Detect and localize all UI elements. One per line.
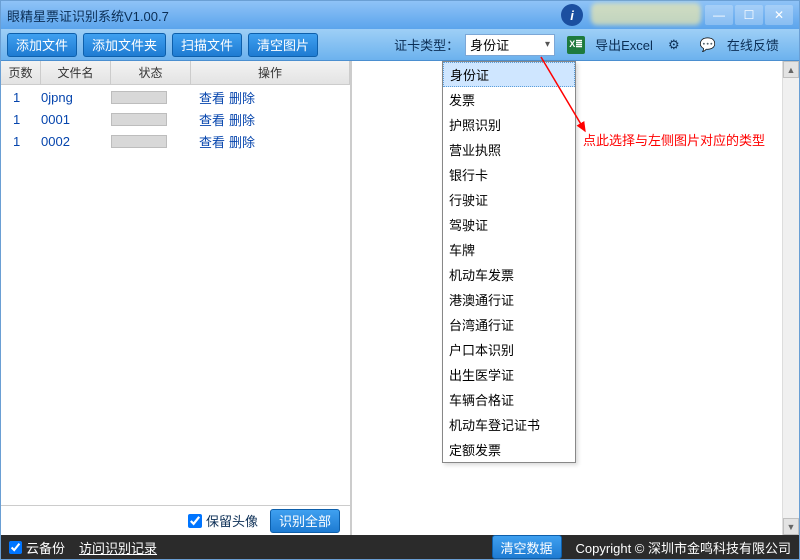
- col-name[interactable]: 文件名: [41, 61, 111, 84]
- toolbar: 添加文件 添加文件夹 扫描文件 清空图片 证卡类型： 身份证 ▾ X≣ 导出Ex…: [1, 29, 799, 61]
- gear-icon[interactable]: ⚙: [665, 36, 683, 54]
- keep-avatar-label: 保留头像: [206, 511, 258, 530]
- progress-bar: [111, 91, 167, 104]
- cloud-backup-input[interactable]: [9, 541, 22, 554]
- card-type-label: 证卡类型：: [394, 35, 459, 54]
- keep-avatar-input[interactable]: [188, 514, 202, 528]
- cell-page: 1: [1, 112, 41, 127]
- scan-file-button[interactable]: 扫描文件: [172, 33, 242, 57]
- card-type-dropdown[interactable]: 身份证发票护照识别营业执照银行卡行驶证驾驶证车牌机动车发票港澳通行证台湾通行证户…: [442, 61, 576, 463]
- dropdown-item[interactable]: 机动车发票: [443, 262, 575, 287]
- close-button[interactable]: ✕: [765, 5, 793, 25]
- clear-image-button[interactable]: 清空图片: [248, 33, 318, 57]
- scroll-track[interactable]: [783, 78, 799, 518]
- keep-avatar-checkbox[interactable]: 保留头像: [188, 511, 258, 530]
- dropdown-item[interactable]: 台湾通行证: [443, 312, 575, 337]
- cell-op: 查看删除: [191, 110, 350, 129]
- dropdown-item[interactable]: 身份证: [443, 62, 575, 87]
- scroll-up-button[interactable]: ▲: [783, 61, 799, 78]
- table-row[interactable]: 10002 查看删除: [1, 129, 350, 151]
- vertical-scrollbar[interactable]: ▲ ▼: [782, 61, 799, 535]
- content: 页数 文件名 状态 操作 10jpng查看删除10001查看删除10002查看删…: [1, 61, 799, 535]
- copyright-text: Copyright © 深圳市金鸣科技有限公司: [576, 538, 791, 557]
- cell-page: 1: [1, 134, 41, 149]
- recognize-all-button[interactable]: 识别全部: [270, 509, 340, 533]
- left-bottom-bar: 保留头像 识别全部: [1, 505, 350, 535]
- cell-name: 0002: [41, 134, 111, 149]
- cell-op: 查看删除: [191, 88, 350, 107]
- feedback-link[interactable]: 在线反馈: [727, 35, 779, 54]
- grid-header: 页数 文件名 状态 操作: [1, 61, 350, 85]
- cell-page: 1: [1, 90, 41, 105]
- dropdown-item[interactable]: 户口本识别: [443, 337, 575, 362]
- cell-name: 0001: [41, 112, 111, 127]
- delete-link[interactable]: 删除: [229, 132, 255, 151]
- view-link[interactable]: 查看: [199, 132, 225, 151]
- scroll-down-button[interactable]: ▼: [783, 518, 799, 535]
- dropdown-item[interactable]: 车辆合格证: [443, 387, 575, 412]
- dropdown-item[interactable]: 营业执照: [443, 137, 575, 162]
- maximize-button[interactable]: ☐: [735, 5, 763, 25]
- chevron-down-icon: ▾: [545, 39, 550, 50]
- clear-data-button[interactable]: 清空数据: [492, 535, 562, 559]
- dropdown-item[interactable]: 出生医学证: [443, 362, 575, 387]
- col-op[interactable]: 操作: [191, 61, 350, 84]
- window-controls: — ☐ ✕: [705, 5, 793, 25]
- card-type-selected: 身份证: [470, 35, 509, 54]
- app-window: 眼精星票证识别系统V1.00.7 i — ☐ ✕ 添加文件 添加文件夹 扫描文件…: [0, 0, 800, 560]
- dropdown-item[interactable]: 定额发票: [443, 437, 575, 462]
- dropdown-item[interactable]: 护照识别: [443, 112, 575, 137]
- card-type-combo[interactable]: 身份证 ▾: [465, 34, 555, 56]
- add-folder-button[interactable]: 添加文件夹: [83, 33, 166, 57]
- grid-body: 10jpng查看删除10001查看删除10002查看删除: [1, 85, 350, 505]
- titlebar: 眼精星票证识别系统V1.00.7 i — ☐ ✕: [1, 1, 799, 29]
- progress-bar: [111, 113, 167, 126]
- delete-link[interactable]: 删除: [229, 110, 255, 129]
- visit-records-link[interactable]: 访问识别记录: [79, 538, 157, 557]
- cell-status: [111, 113, 191, 126]
- dropdown-item[interactable]: 银行卡: [443, 162, 575, 187]
- table-row[interactable]: 10001 查看删除: [1, 107, 350, 129]
- blurred-region: [591, 3, 701, 25]
- dropdown-item[interactable]: 发票: [443, 87, 575, 112]
- add-file-button[interactable]: 添加文件: [7, 33, 77, 57]
- info-icon[interactable]: i: [561, 4, 583, 26]
- cloud-backup-label: 云备份: [26, 538, 65, 557]
- dropdown-item[interactable]: 车牌: [443, 237, 575, 262]
- app-title: 眼精星票证识别系统V1.00.7: [7, 6, 169, 25]
- progress-bar: [111, 135, 167, 148]
- cell-status: [111, 91, 191, 104]
- chat-icon: 💬: [699, 36, 717, 54]
- minimize-button[interactable]: —: [705, 5, 733, 25]
- cloud-backup-checkbox[interactable]: 云备份: [9, 538, 65, 557]
- dropdown-item[interactable]: 机动车登记证书: [443, 412, 575, 437]
- table-row[interactable]: 10jpng 查看删除: [1, 85, 350, 107]
- view-link[interactable]: 查看: [199, 110, 225, 129]
- col-status[interactable]: 状态: [111, 61, 191, 84]
- dropdown-item[interactable]: 驾驶证: [443, 212, 575, 237]
- annotation-text: 点此选择与左侧图片对应的类型: [583, 130, 765, 149]
- cell-status: [111, 135, 191, 148]
- cell-op: 查看删除: [191, 132, 350, 151]
- dropdown-item[interactable]: 行驶证: [443, 187, 575, 212]
- delete-link[interactable]: 删除: [229, 88, 255, 107]
- excel-icon[interactable]: X≣: [567, 36, 585, 54]
- col-page[interactable]: 页数: [1, 61, 41, 84]
- left-pane: 页数 文件名 状态 操作 10jpng查看删除10001查看删除10002查看删…: [1, 61, 352, 535]
- view-link[interactable]: 查看: [199, 88, 225, 107]
- cell-name: 0jpng: [41, 90, 111, 105]
- export-excel-link[interactable]: 导出Excel: [595, 35, 653, 54]
- dropdown-item[interactable]: 港澳通行证: [443, 287, 575, 312]
- statusbar: 云备份 访问识别记录 清空数据 Copyright © 深圳市金鸣科技有限公司: [1, 535, 799, 559]
- right-pane: 身份证发票护照识别营业执照银行卡行驶证驾驶证车牌机动车发票港澳通行证台湾通行证户…: [352, 61, 799, 535]
